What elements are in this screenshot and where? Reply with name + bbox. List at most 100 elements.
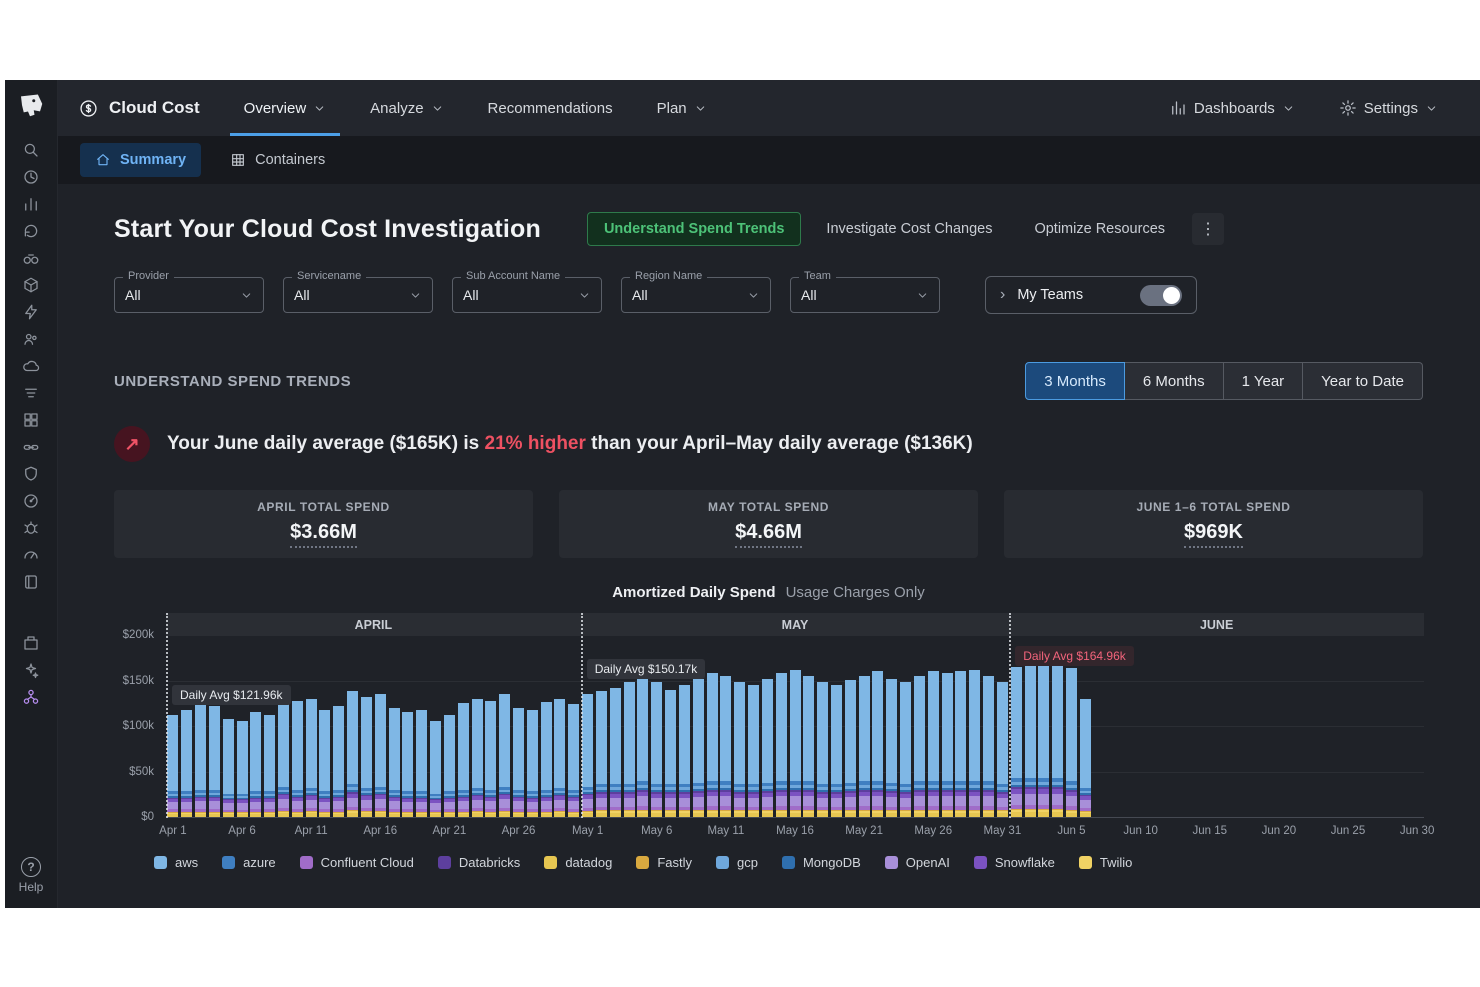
- spend-bar-day-18[interactable]: [416, 710, 427, 817]
- sidebar-history-button[interactable]: [12, 163, 50, 190]
- nav-item-plan[interactable]: Plan: [635, 80, 729, 136]
- investigate-cost-changes-button[interactable]: Investigate Cost Changes: [809, 212, 1009, 246]
- spend-bar-day-50[interactable]: [859, 676, 870, 817]
- spend-bar-day-27[interactable]: [541, 702, 552, 817]
- spend-bar-day-41[interactable]: [734, 682, 745, 817]
- spend-bar-day-51[interactable]: [872, 671, 883, 817]
- spend-bar-day-2[interactable]: [195, 703, 206, 817]
- card-value[interactable]: $4.66M: [735, 521, 802, 548]
- help-button[interactable]: ? Help: [19, 857, 44, 894]
- sidebar-notebooks-button[interactable]: [12, 568, 50, 595]
- sidebar-security-button[interactable]: [12, 460, 50, 487]
- sidebar-org-button[interactable]: [12, 325, 50, 352]
- nav-item-settings[interactable]: Settings: [1317, 80, 1460, 136]
- sidebar-cloud-cost-button[interactable]: [12, 683, 50, 710]
- spend-bar-day-47[interactable]: [817, 682, 828, 817]
- spend-bar-day-46[interactable]: [803, 676, 814, 817]
- filter-team[interactable]: TeamAll: [790, 277, 940, 313]
- spend-bar-day-8[interactable]: [278, 694, 289, 817]
- spend-bar-day-0[interactable]: [167, 715, 178, 817]
- spend-bar-day-48[interactable]: [831, 685, 842, 817]
- understand-spend-trends-button[interactable]: Understand Spend Trends: [587, 212, 801, 246]
- spend-bar-day-42[interactable]: [748, 685, 759, 817]
- legend-item-fastly[interactable]: Fastly: [636, 855, 692, 870]
- optimize-resources-button[interactable]: Optimize Resources: [1017, 212, 1182, 246]
- spend-bar-day-66[interactable]: [1080, 699, 1091, 817]
- spend-bar-day-37[interactable]: [679, 685, 690, 817]
- spend-bar-day-1[interactable]: [181, 710, 192, 817]
- spend-bar-day-14[interactable]: [361, 697, 372, 817]
- spend-bar-day-13[interactable]: [347, 691, 358, 817]
- spend-bar-day-58[interactable]: [969, 670, 980, 817]
- spend-bar-day-19[interactable]: [430, 721, 441, 817]
- nav-item-analyze[interactable]: Analyze: [348, 80, 465, 136]
- spend-bar-day-7[interactable]: [264, 715, 275, 817]
- range-year-to-date-button[interactable]: Year to Date: [1303, 362, 1423, 400]
- spend-bar-day-28[interactable]: [554, 699, 565, 817]
- spend-bar-day-25[interactable]: [513, 708, 524, 817]
- spend-bar-day-5[interactable]: [237, 721, 248, 817]
- range-6-months-button[interactable]: 6 Months: [1125, 362, 1224, 400]
- filter-region-name[interactable]: Region NameAll: [621, 277, 771, 313]
- spend-bar-day-64[interactable]: [1052, 664, 1063, 817]
- spend-bar-day-43[interactable]: [762, 679, 773, 817]
- spend-bar-day-3[interactable]: [209, 706, 220, 817]
- spend-bar-day-40[interactable]: [720, 676, 731, 817]
- sidebar-rum-button[interactable]: [12, 656, 50, 683]
- spend-bar-day-57[interactable]: [955, 671, 966, 817]
- spend-bar-day-62[interactable]: [1025, 662, 1036, 817]
- sidebar-ci-button[interactable]: [12, 629, 50, 656]
- spend-bar-day-45[interactable]: [790, 670, 801, 817]
- spend-bar-day-34[interactable]: [637, 676, 648, 817]
- legend-item-gcp[interactable]: gcp: [716, 855, 758, 870]
- datadog-logo[interactable]: [16, 92, 46, 122]
- sidebar-bug-button[interactable]: [12, 514, 50, 541]
- chevron-right-icon[interactable]: ›: [1000, 287, 1005, 303]
- spend-bar-day-38[interactable]: [693, 679, 704, 817]
- legend-item-databricks[interactable]: Databricks: [438, 855, 520, 870]
- range-1-year-button[interactable]: 1 Year: [1224, 362, 1304, 400]
- spend-bar-day-26[interactable]: [527, 710, 538, 817]
- sidebar-apm-button[interactable]: [12, 244, 50, 271]
- legend-item-twilio[interactable]: Twilio: [1079, 855, 1133, 870]
- spend-bar-day-24[interactable]: [499, 694, 510, 817]
- legend-item-openai[interactable]: OpenAI: [885, 855, 950, 870]
- spend-bar-day-9[interactable]: [292, 701, 303, 817]
- my-teams-toggle[interactable]: [1140, 285, 1182, 306]
- spend-bar-day-59[interactable]: [983, 676, 994, 817]
- spend-bar-day-30[interactable]: [582, 694, 593, 817]
- spend-bar-day-44[interactable]: [776, 673, 787, 817]
- tab-summary[interactable]: Summary: [80, 143, 201, 177]
- legend-item-snowflake[interactable]: Snowflake: [974, 855, 1055, 870]
- spend-bar-day-4[interactable]: [223, 719, 234, 817]
- sidebar-metrics-button[interactable]: [12, 190, 50, 217]
- filter-sub-account-name[interactable]: Sub Account NameAll: [452, 277, 602, 313]
- spend-bar-day-15[interactable]: [375, 694, 386, 817]
- spend-bar-day-33[interactable]: [624, 682, 635, 817]
- spend-bar-day-55[interactable]: [928, 671, 939, 817]
- spend-bar-day-56[interactable]: [942, 673, 953, 817]
- legend-item-aws[interactable]: aws: [154, 855, 198, 870]
- my-teams-control[interactable]: › My Teams: [985, 276, 1197, 314]
- spend-bar-day-60[interactable]: [997, 682, 1008, 817]
- spend-bar-day-11[interactable]: [319, 710, 330, 817]
- spend-bar-day-17[interactable]: [402, 712, 413, 817]
- spend-bar-day-31[interactable]: [596, 691, 607, 817]
- spend-bar-day-32[interactable]: [610, 688, 621, 817]
- card-value[interactable]: $969K: [1184, 521, 1243, 548]
- sidebar-synthetics-button[interactable]: [12, 487, 50, 514]
- spend-bar-day-61[interactable]: [1011, 667, 1022, 817]
- spend-bar-day-21[interactable]: [458, 703, 469, 817]
- sidebar-infrastructure-button[interactable]: [12, 271, 50, 298]
- spend-bar-day-49[interactable]: [845, 680, 856, 817]
- legend-item-azure[interactable]: azure: [222, 855, 276, 870]
- spend-bar-day-63[interactable]: [1038, 660, 1049, 817]
- legend-item-confluent-cloud[interactable]: Confluent Cloud: [300, 855, 414, 870]
- more-options-button[interactable]: ⋮: [1192, 213, 1224, 245]
- range-3-months-button[interactable]: 3 Months: [1025, 362, 1125, 400]
- sidebar-dashboards-list-button[interactable]: [12, 406, 50, 433]
- spend-bar-day-36[interactable]: [665, 690, 676, 817]
- sidebar-cloud-button[interactable]: [12, 352, 50, 379]
- filter-provider[interactable]: ProviderAll: [114, 277, 264, 313]
- nav-item-recommendations[interactable]: Recommendations: [466, 80, 635, 136]
